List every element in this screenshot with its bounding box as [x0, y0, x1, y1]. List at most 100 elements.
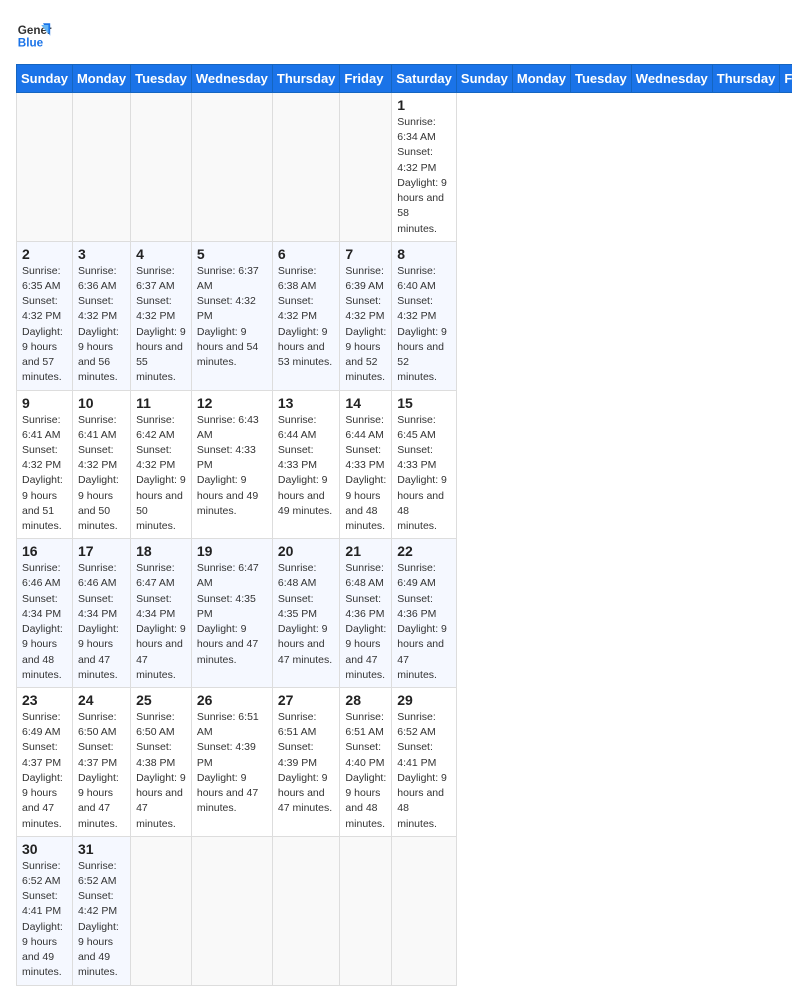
calendar-cell: 21 Sunrise: 6:48 AMSunset: 4:36 PMDayligh…: [340, 539, 392, 688]
calendar-cell: 4 Sunrise: 6:37 AMSunset: 4:32 PMDaylight…: [131, 241, 192, 390]
weekday-header-friday: Friday: [780, 65, 792, 93]
calendar-cell: 11 Sunrise: 6:42 AMSunset: 4:32 PMDayligh…: [131, 390, 192, 539]
calendar-cell: [191, 93, 272, 242]
day-info: Sunrise: 6:48 AMSunset: 4:35 PMDaylight:…: [278, 561, 335, 668]
day-info: Sunrise: 6:35 AMSunset: 4:32 PMDaylight:…: [22, 264, 67, 386]
day-info: Sunrise: 6:46 AMSunset: 4:34 PMDaylight:…: [22, 561, 67, 683]
calendar-cell: 15Sunrise: 6:45 AMSunset: 4:33 PMDayligh…: [392, 390, 457, 539]
calendar-cell: [191, 836, 272, 985]
weekday-header-monday: Monday: [72, 65, 130, 93]
day-number: 23: [22, 692, 67, 708]
day-number: 31: [78, 841, 125, 857]
day-info: Sunrise: 6:37 AMSunset: 4:32 PMDaylight:…: [136, 264, 186, 386]
weekday-header-saturday: Saturday: [392, 65, 457, 93]
weekday-header-wednesday: Wednesday: [631, 65, 712, 93]
day-info: Sunrise: 6:36 AMSunset: 4:32 PMDaylight:…: [78, 264, 125, 386]
day-number: 2: [22, 246, 67, 262]
day-number: 7: [345, 246, 386, 262]
day-info: Sunrise: 6:49 AMSunset: 4:37 PMDaylight:…: [22, 710, 67, 832]
calendar-cell: 25Sunrise: 6:50 AMSunset: 4:38 PMDayligh…: [131, 688, 192, 837]
day-info: Sunrise: 6:51 AMSunset: 4:40 PMDaylight:…: [345, 710, 386, 832]
calendar-cell: 14Sunrise: 6:44 AMSunset: 4:33 PMDayligh…: [340, 390, 392, 539]
weekday-header-wednesday: Wednesday: [191, 65, 272, 93]
calendar-cell: 6Sunrise: 6:38 AMSunset: 4:32 PMDaylight…: [272, 241, 340, 390]
day-info: Sunrise: 6:39 AMSunset: 4:32 PMDaylight:…: [345, 264, 386, 386]
calendar-cell: 12 Sunrise: 6:43 AMSunset: 4:33 PMDayligh…: [191, 390, 272, 539]
calendar-cell: 30 Sunrise: 6:52 AMSunset: 4:41 PMDayligh…: [17, 836, 73, 985]
calendar-cell: 24Sunrise: 6:50 AMSunset: 4:37 PMDayligh…: [72, 688, 130, 837]
calendar-cell: 13Sunrise: 6:44 AMSunset: 4:33 PMDayligh…: [272, 390, 340, 539]
calendar-cell: 31 Sunrise: 6:52 AMSunset: 4:42 PMDayligh…: [72, 836, 130, 985]
day-info: Sunrise: 6:48 AMSunset: 4:36 PMDaylight:…: [345, 561, 386, 683]
calendar-cell: 29Sunrise: 6:52 AMSunset: 4:41 PMDayligh…: [392, 688, 457, 837]
day-number: 25: [136, 692, 186, 708]
page-header: General Blue: [16, 16, 776, 52]
calendar-cell: 9 Sunrise: 6:41 AMSunset: 4:32 PMDaylight…: [17, 390, 73, 539]
weekday-header-tuesday: Tuesday: [571, 65, 632, 93]
day-number: 19: [197, 543, 267, 559]
day-number: 30: [22, 841, 67, 857]
day-number: 26: [197, 692, 267, 708]
day-info: Sunrise: 6:34 AMSunset: 4:32 PMDaylight:…: [397, 115, 451, 237]
day-info: Sunrise: 6:43 AMSunset: 4:33 PMDaylight:…: [197, 413, 267, 520]
day-number: 28: [345, 692, 386, 708]
logo-icon: General Blue: [16, 16, 52, 52]
day-info: Sunrise: 6:46 AMSunset: 4:34 PMDaylight:…: [78, 561, 125, 683]
day-info: Sunrise: 6:52 AMSunset: 4:41 PMDaylight:…: [22, 859, 67, 981]
day-number: 11: [136, 395, 186, 411]
calendar-week-row: 30 Sunrise: 6:52 AMSunset: 4:41 PMDayligh…: [17, 836, 792, 985]
day-number: 21: [345, 543, 386, 559]
day-info: Sunrise: 6:42 AMSunset: 4:32 PMDaylight:…: [136, 413, 186, 535]
calendar-cell: 18Sunrise: 6:47 AMSunset: 4:34 PMDayligh…: [131, 539, 192, 688]
calendar-cell: [340, 93, 392, 242]
day-info: Sunrise: 6:40 AMSunset: 4:32 PMDaylight:…: [397, 264, 451, 386]
day-info: Sunrise: 6:37 AMSunset: 4:32 PMDaylight:…: [197, 264, 267, 371]
calendar-cell: 2 Sunrise: 6:35 AMSunset: 4:32 PMDaylight…: [17, 241, 73, 390]
weekday-header-friday: Friday: [340, 65, 392, 93]
day-number: 1: [397, 97, 451, 113]
calendar-cell: [131, 93, 192, 242]
calendar-cell: 26 Sunrise: 6:51 AMSunset: 4:39 PMDayligh…: [191, 688, 272, 837]
day-info: Sunrise: 6:44 AMSunset: 4:33 PMDaylight:…: [345, 413, 386, 535]
day-number: 4: [136, 246, 186, 262]
calendar-cell: 28 Sunrise: 6:51 AMSunset: 4:40 PMDayligh…: [340, 688, 392, 837]
calendar-cell: [131, 836, 192, 985]
calendar-table: SundayMondayTuesdayWednesdayThursdayFrid…: [16, 64, 792, 986]
day-info: Sunrise: 6:41 AMSunset: 4:32 PMDaylight:…: [78, 413, 125, 535]
day-number: 18: [136, 543, 186, 559]
calendar-cell: 17Sunrise: 6:46 AMSunset: 4:34 PMDayligh…: [72, 539, 130, 688]
calendar-cell: [392, 836, 457, 985]
day-number: 15: [397, 395, 451, 411]
day-number: 9: [22, 395, 67, 411]
calendar-cell: 8Sunrise: 6:40 AMSunset: 4:32 PMDaylight…: [392, 241, 457, 390]
day-info: Sunrise: 6:51 AMSunset: 4:39 PMDaylight:…: [197, 710, 267, 817]
calendar-cell: 1 Sunrise: 6:34 AMSunset: 4:32 PMDaylight…: [392, 93, 457, 242]
day-info: Sunrise: 6:41 AMSunset: 4:32 PMDaylight:…: [22, 413, 67, 535]
calendar-week-row: 1 Sunrise: 6:34 AMSunset: 4:32 PMDaylight…: [17, 93, 792, 242]
day-number: 6: [278, 246, 335, 262]
day-number: 12: [197, 395, 267, 411]
calendar-cell: 19Sunrise: 6:47 AMSunset: 4:35 PMDayligh…: [191, 539, 272, 688]
day-info: Sunrise: 6:49 AMSunset: 4:36 PMDaylight:…: [397, 561, 451, 683]
day-info: Sunrise: 6:52 AMSunset: 4:42 PMDaylight:…: [78, 859, 125, 981]
day-number: 22: [397, 543, 451, 559]
calendar-cell: [272, 836, 340, 985]
day-number: 29: [397, 692, 451, 708]
day-info: Sunrise: 6:50 AMSunset: 4:37 PMDaylight:…: [78, 710, 125, 832]
calendar-cell: [340, 836, 392, 985]
svg-text:Blue: Blue: [18, 37, 44, 50]
day-info: Sunrise: 6:51 AMSunset: 4:39 PMDaylight:…: [278, 710, 335, 817]
day-number: 5: [197, 246, 267, 262]
calendar-cell: 22 Sunrise: 6:49 AMSunset: 4:36 PMDayligh…: [392, 539, 457, 688]
calendar-cell: 5 Sunrise: 6:37 AMSunset: 4:32 PMDaylight…: [191, 241, 272, 390]
calendar-cell: 27Sunrise: 6:51 AMSunset: 4:39 PMDayligh…: [272, 688, 340, 837]
weekday-header-thursday: Thursday: [272, 65, 340, 93]
logo: General Blue: [16, 16, 52, 52]
weekday-header-sunday: Sunday: [17, 65, 73, 93]
calendar-week-row: 23 Sunrise: 6:49 AMSunset: 4:37 PMDayligh…: [17, 688, 792, 837]
calendar-header-row: SundayMondayTuesdayWednesdayThursdayFrid…: [17, 65, 792, 93]
day-number: 16: [22, 543, 67, 559]
calendar-cell: 20Sunrise: 6:48 AMSunset: 4:35 PMDayligh…: [272, 539, 340, 688]
weekday-header-monday: Monday: [512, 65, 570, 93]
day-number: 13: [278, 395, 335, 411]
